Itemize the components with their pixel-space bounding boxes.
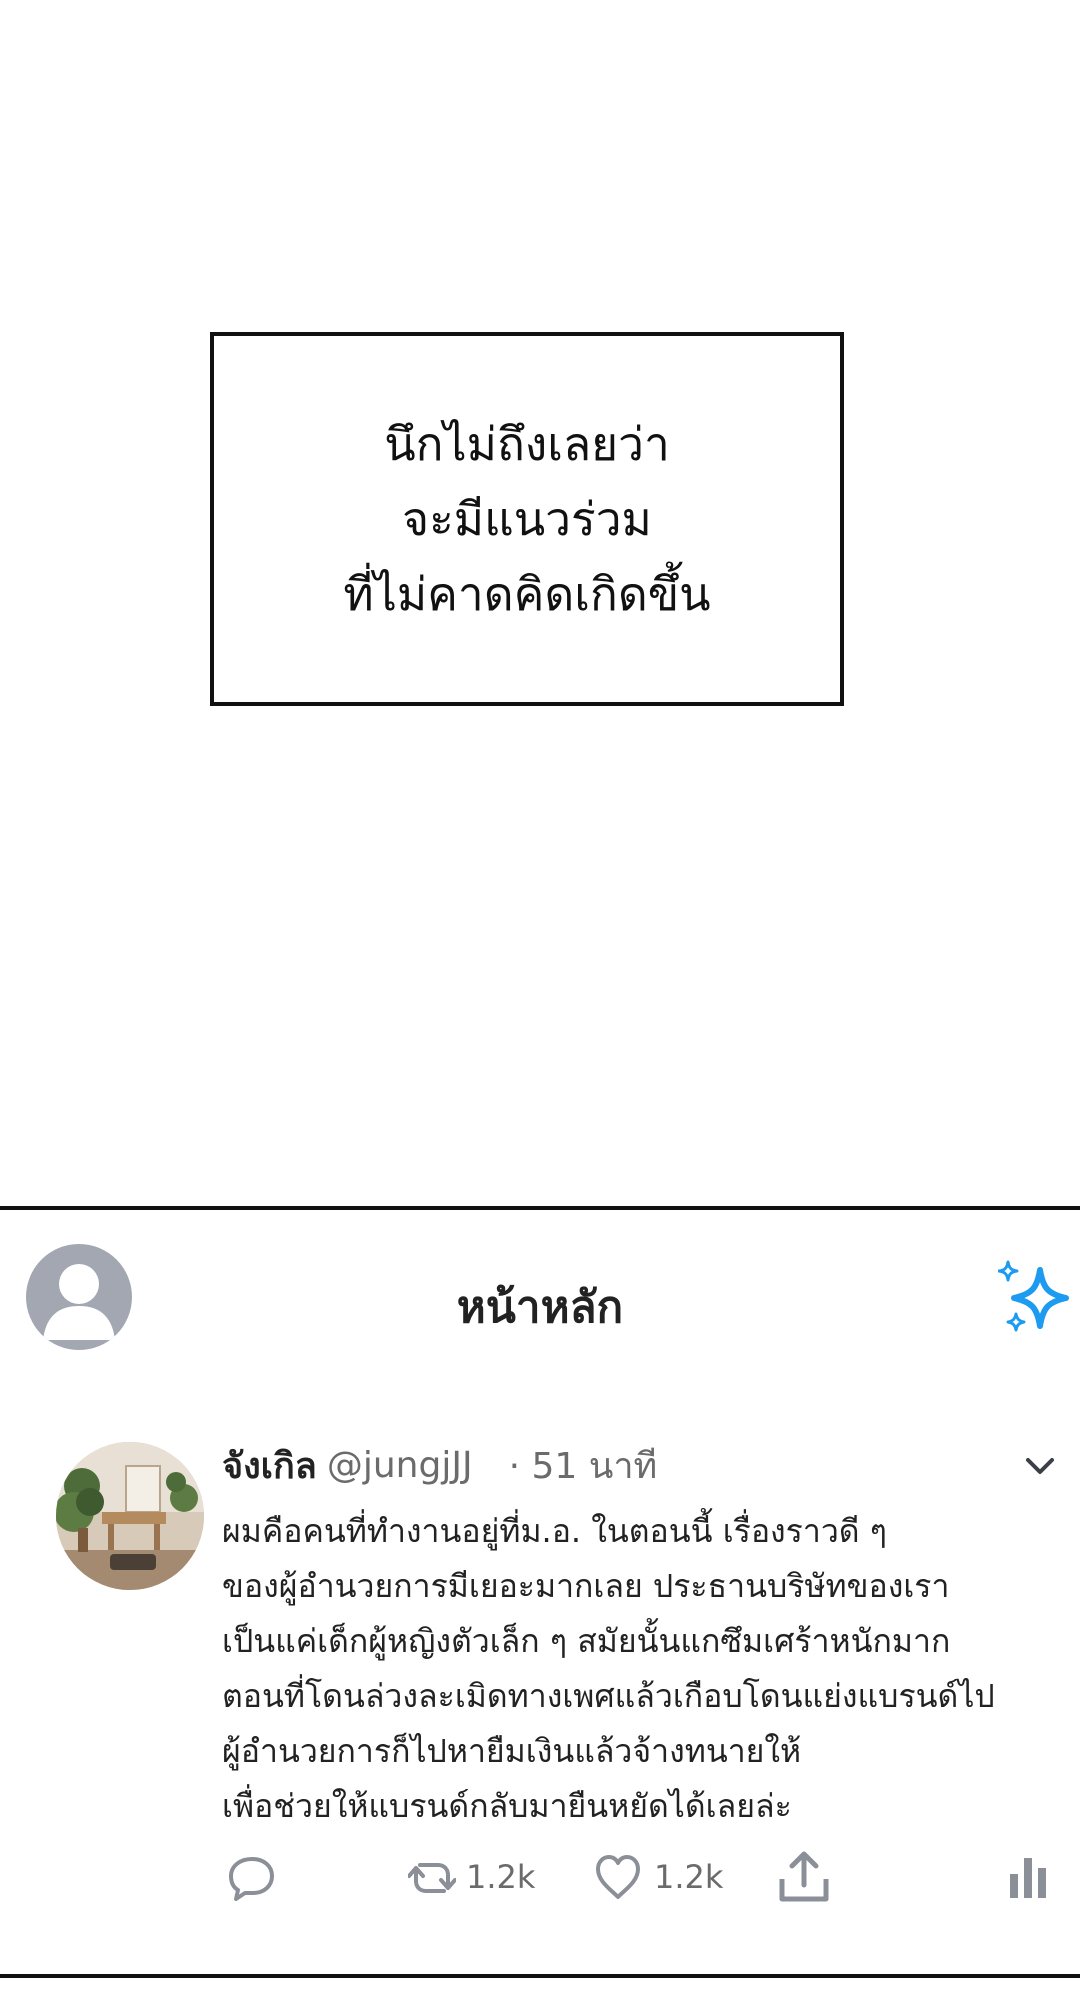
reply-button[interactable] <box>226 1842 288 1912</box>
narration-line-2: จะมีแนวร่วม <box>402 491 652 546</box>
narration-line-1: นึกไม่ถึงเลยว่า <box>384 416 670 471</box>
analytics-button[interactable] <box>1008 1842 1048 1912</box>
tweet-actions: 1.2k 1.2k <box>222 1842 1062 1912</box>
tweet-text-line: เพื่อช่วยให้แบรนด์กลับมายืนหยัดได้เลยล่ะ <box>222 1787 792 1825</box>
tweet-header: จังเกิล @jungjJJ · 51 นาที <box>222 1438 657 1492</box>
user-avatar[interactable] <box>56 1442 204 1590</box>
feed-header: หน้าหลัก <box>0 1210 1080 1360</box>
user-name[interactable]: จังเกิล <box>222 1437 317 1494</box>
narration-line-3: ที่ไม่คาดคิดเกิดขึ้น <box>343 566 711 621</box>
reply-icon <box>229 1857 274 1901</box>
user-handle[interactable]: @jungjJJ <box>327 1445 473 1486</box>
tweet-text-line: ผู้อำนวยการก็ไปหายืมเงินแล้วจ้างทนายให้ <box>222 1732 802 1770</box>
social-feed-panel: หน้าหลัก จังเกิล @jungjJJ · 51 นาที ผมคื… <box>0 1206 1080 1978</box>
sparkle-icon[interactable] <box>997 1260 1074 1336</box>
tweet[interactable]: จังเกิล @jungjJJ · 51 นาที ผมคือคนที่ทำง… <box>0 1422 1080 1942</box>
share-button[interactable] <box>776 1842 832 1912</box>
retweet-button[interactable]: 1.2k <box>408 1842 535 1912</box>
retweet-count: 1.2k <box>466 1858 536 1896</box>
tweet-text-line: ของผู้อำนวยการมีเยอะมากเลย ประธานบริษัทข… <box>222 1567 950 1605</box>
chevron-down-icon[interactable] <box>1020 1446 1060 1486</box>
bar-chart-icon <box>1010 1858 1046 1898</box>
tweet-text-line: เป็นแค่เด็กผู้หญิงตัวเล็ก ๆ สมัยนั้นแกซึ… <box>222 1622 951 1660</box>
retweet-icon <box>408 1863 456 1893</box>
tweet-text: ผมคือคนที่ทำงานอยู่ที่ม.อ. ในตอนนี้ เรื่… <box>222 1504 1080 1834</box>
webtoon-panel: นึกไม่ถึงเลยว่า จะมีแนวร่วม ที่ไม่คาดคิด… <box>0 0 1080 2000</box>
share-icon <box>779 1851 829 1902</box>
tweet-text-line: ตอนที่โดนล่วงละเมิดทางเพศแล้วเกือบโดนแย่… <box>222 1677 995 1715</box>
tweet-time: · 51 นาที <box>508 1445 658 1487</box>
like-count: 1.2k <box>654 1858 724 1896</box>
like-button[interactable]: 1.2k <box>592 1842 723 1912</box>
page-title: หน้าหลัก <box>456 1282 624 1333</box>
heart-icon <box>596 1855 640 1899</box>
narration-box: นึกไม่ถึงเลยว่า จะมีแนวร่วม ที่ไม่คาดคิด… <box>210 332 844 706</box>
tweet-text-line: ผมคือคนที่ทำงานอยู่ที่ม.อ. ในตอนนี้ เรื่… <box>222 1512 887 1550</box>
